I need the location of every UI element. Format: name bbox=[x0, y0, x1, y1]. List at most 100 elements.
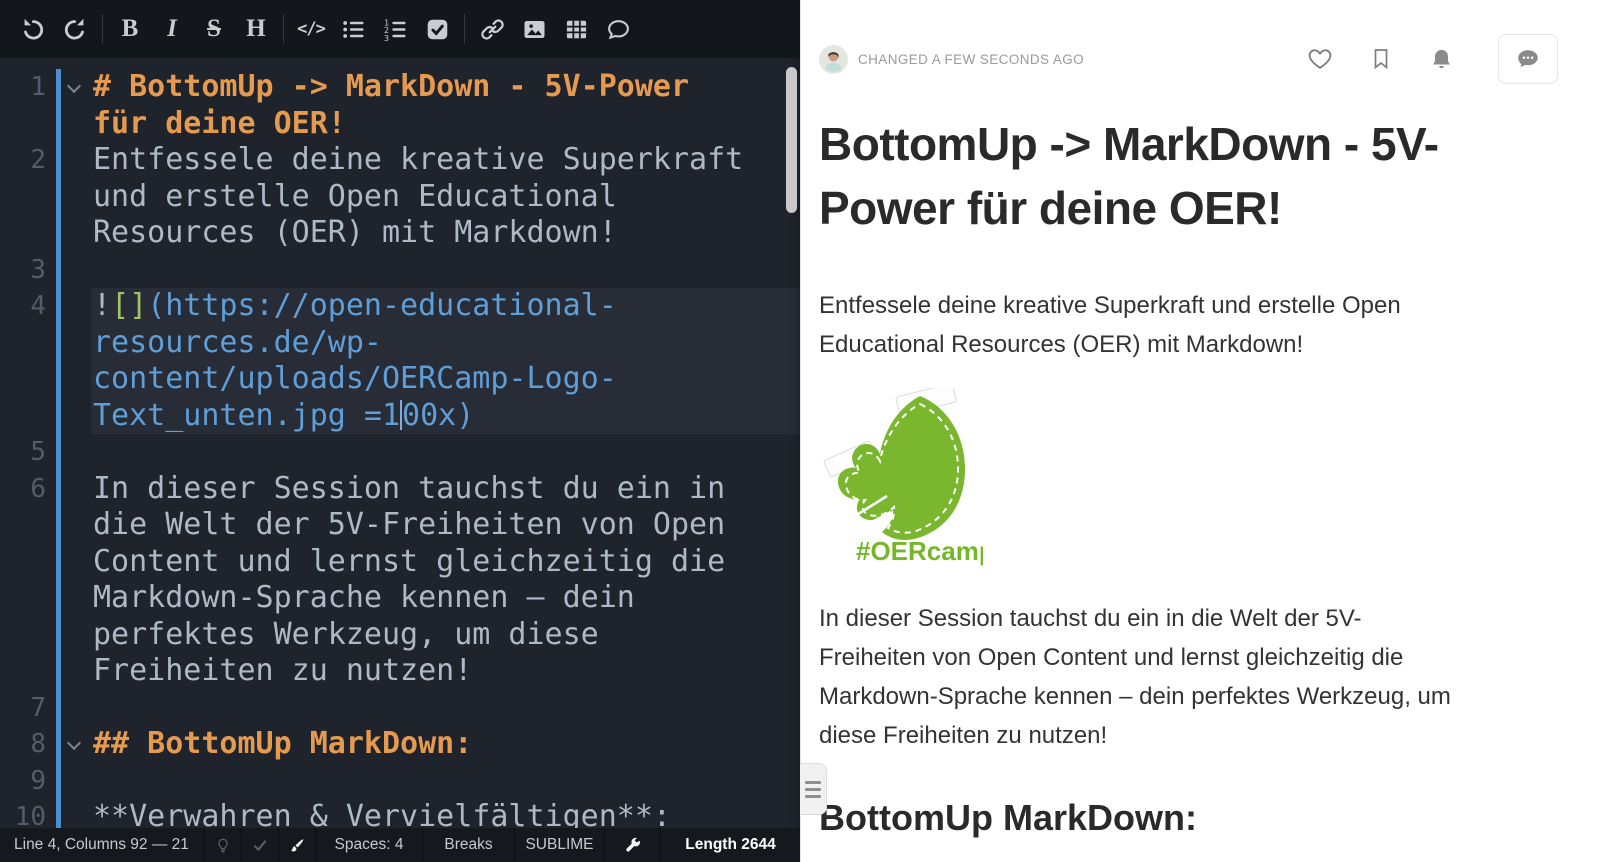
fold-gutter bbox=[61, 106, 91, 143]
code-token: die Welt der 5V-Freiheiten von Open bbox=[93, 507, 726, 542]
image-icon bbox=[524, 20, 544, 38]
code-text: ![](https://open-educational- bbox=[91, 288, 800, 325]
markdown-editor-app: B I S H </> 1 2 3 1 # BottomUp -> MarkDown - 5V-… bbox=[0, 0, 1600, 862]
bold-button[interactable]: B bbox=[109, 7, 151, 51]
undo-button[interactable] bbox=[12, 7, 54, 51]
code-token: ! bbox=[93, 288, 112, 323]
editor-line[interactable]: die Welt der 5V-Freiheiten von Open bbox=[0, 507, 800, 544]
notification-bell-icon[interactable] bbox=[1429, 47, 1454, 72]
image-button[interactable] bbox=[513, 7, 555, 51]
gutter-gap bbox=[46, 288, 56, 325]
editor-line[interactable]: perfektes Werkzeug, um diese bbox=[0, 616, 800, 654]
toolbar-separator bbox=[283, 14, 284, 44]
breaks-status[interactable]: Breaks bbox=[423, 828, 515, 862]
fold-chevron-icon[interactable] bbox=[61, 69, 91, 106]
bookmark-icon[interactable] bbox=[1369, 47, 1393, 71]
editor-line[interactable]: 8 ## BottomUp MarkDown: bbox=[0, 726, 800, 763]
comment-icon bbox=[607, 19, 629, 39]
fold-gutter bbox=[61, 763, 91, 800]
spaces-4-status[interactable]: Spaces: 4 bbox=[316, 828, 423, 862]
wrench-icon[interactable] bbox=[605, 828, 661, 862]
fold-gutter bbox=[61, 142, 91, 179]
brush-icon[interactable] bbox=[279, 828, 316, 862]
toolbar-separator bbox=[464, 14, 465, 44]
line-number: 9 bbox=[30, 765, 46, 796]
strikethrough-button[interactable]: S bbox=[193, 7, 235, 51]
editor-line[interactable]: 3 bbox=[0, 251, 800, 288]
avatar[interactable] bbox=[819, 44, 848, 74]
code-text: Entfessele deine kreative Superkraft bbox=[91, 142, 800, 179]
editor-line[interactable]: Resources (OER) mit Markdown! bbox=[0, 215, 800, 252]
pane-resize-handle[interactable] bbox=[800, 763, 827, 815]
editor-line[interactable]: Freiheiten zu nutzen! bbox=[0, 653, 800, 690]
editor-line[interactable]: 7 bbox=[0, 689, 800, 726]
code-token: In dieser Session tauchst du ein in bbox=[93, 470, 726, 506]
line-number: 4 bbox=[30, 291, 46, 321]
editor-line[interactable]: 2 Entfessele deine kreative Superkraft bbox=[0, 142, 800, 179]
code-token: Freiheiten zu nutzen! bbox=[93, 653, 473, 688]
comment-button[interactable] bbox=[597, 7, 639, 51]
line-number bbox=[0, 325, 46, 362]
editor-line[interactable]: Text_unten.jpg =100x) bbox=[0, 397, 800, 435]
editor-line[interactable]: für deine OER! bbox=[0, 105, 800, 143]
code-text: Freiheiten zu nutzen! bbox=[91, 653, 800, 690]
fold-gutter bbox=[61, 215, 91, 252]
unordered-list-icon bbox=[342, 20, 363, 38]
code-text: ## BottomUp MarkDown: bbox=[91, 726, 800, 763]
editor-line[interactable]: Content und lernst gleichzeitig die bbox=[0, 543, 800, 581]
table-button[interactable] bbox=[555, 7, 597, 51]
code-token: Content und lernst gleichzeitig die bbox=[93, 543, 726, 579]
fold-gutter bbox=[61, 288, 91, 325]
line-number bbox=[0, 361, 46, 398]
like-heart-icon[interactable] bbox=[1307, 46, 1333, 72]
editor-scrollbar[interactable] bbox=[786, 67, 797, 213]
ordered-list-button[interactable]: 123 bbox=[374, 7, 416, 51]
editor-line[interactable]: 4 ![](https://open-educational- bbox=[0, 288, 800, 325]
gutter-gap bbox=[46, 361, 56, 398]
section-heading: BottomUp MarkDown: bbox=[819, 797, 1197, 838]
fold-gutter bbox=[61, 617, 91, 654]
editor-line[interactable]: 5 bbox=[0, 434, 800, 471]
editor-pane: B I S H </> 1 2 3 1 # BottomUp -> MarkDown - 5V-… bbox=[0, 0, 800, 862]
line-number bbox=[0, 617, 46, 654]
editor-line[interactable]: 1 # BottomUp -> MarkDown - 5V-Power bbox=[0, 69, 800, 106]
code-text: Content und lernst gleichzeitig die bbox=[91, 544, 800, 581]
fold-chevron-icon[interactable] bbox=[61, 726, 91, 763]
redo-button[interactable] bbox=[54, 7, 96, 51]
gutter-gap bbox=[46, 69, 56, 106]
fold-gutter bbox=[61, 653, 91, 690]
code-editor[interactable]: 1 # BottomUp -> MarkDown - 5V-Power für de… bbox=[0, 58, 800, 828]
code-text: Markdown-Sprache kennen – dein bbox=[91, 580, 800, 617]
code-text: In dieser Session tauchst du ein in bbox=[91, 471, 800, 508]
code-text: perfektes Werkzeug, um diese bbox=[91, 617, 800, 654]
bulb-icon[interactable] bbox=[205, 828, 242, 862]
editor-line[interactable]: content/uploads/OERCamp-Logo- bbox=[0, 361, 800, 398]
fold-gutter bbox=[61, 179, 91, 216]
link-button[interactable] bbox=[471, 7, 513, 51]
oercamp-logo-image: #OERcamp bbox=[823, 383, 995, 573]
gutter-gap bbox=[46, 507, 56, 544]
editor-line[interactable]: Markdown-Sprache kennen – dein bbox=[0, 580, 800, 617]
code-button[interactable]: </> bbox=[290, 7, 332, 51]
sublime-status[interactable]: SUBLIME bbox=[515, 828, 605, 862]
editor-line[interactable]: 9 bbox=[0, 762, 800, 800]
line-number bbox=[0, 398, 46, 435]
editor-line[interactable]: und erstelle Open Educational bbox=[0, 178, 800, 216]
preview-pane: CHANGED A FEW SECONDS AGO BottomUp -> Ma… bbox=[800, 0, 1600, 862]
line-number bbox=[0, 580, 46, 617]
fold-gutter bbox=[61, 799, 91, 828]
gutter-gap bbox=[46, 763, 56, 800]
code-text: resources.de/wp- bbox=[91, 324, 800, 361]
gutter-gap bbox=[46, 434, 56, 471]
checklist-button[interactable] bbox=[416, 7, 458, 51]
editor-line[interactable]: 6 In dieser Session tauchst du ein in bbox=[0, 470, 800, 508]
check-icon[interactable] bbox=[242, 828, 279, 862]
italic-button[interactable]: I bbox=[151, 7, 193, 51]
ordered-list-icon: 123 bbox=[384, 17, 405, 42]
comments-button[interactable] bbox=[1498, 34, 1558, 84]
editor-line[interactable]: resources.de/wp- bbox=[0, 324, 800, 362]
editor-line[interactable]: 10 **Verwahren & Vervielfältigen**: bbox=[0, 799, 800, 828]
unordered-list-button[interactable] bbox=[332, 7, 374, 51]
heading-button[interactable]: H bbox=[235, 7, 277, 51]
